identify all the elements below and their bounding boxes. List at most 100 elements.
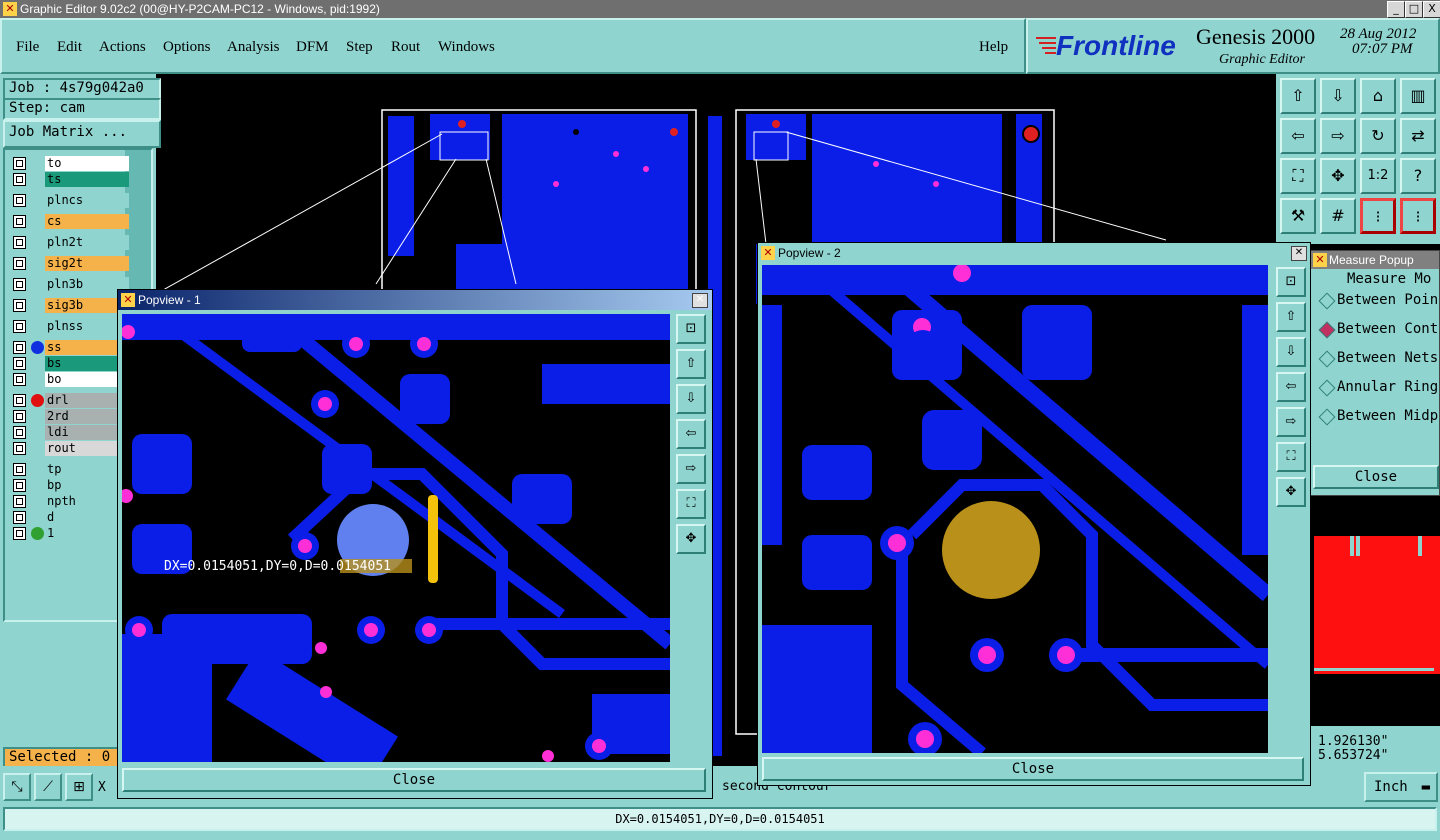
layer-checkbox[interactable] [13, 511, 26, 524]
layer-checkbox[interactable] [13, 373, 26, 386]
units-selector[interactable]: Inch ▬ [1364, 772, 1438, 802]
pan-left-icon[interactable]: ⇦ [1280, 118, 1316, 154]
pv1-pan-right-icon[interactable]: ⇨ [676, 454, 706, 484]
menu-dfm[interactable]: DFM [296, 39, 329, 56]
pv1-pan-down-icon[interactable]: ⇩ [676, 384, 706, 414]
layer-name[interactable]: sig2t [45, 256, 129, 271]
layer-row-ts[interactable]: ts [11, 171, 131, 188]
layer-row-plnss[interactable]: plnss [11, 318, 131, 335]
redraw-icon[interactable]: ↻ [1360, 118, 1396, 154]
pan-right-icon[interactable]: ⇨ [1320, 118, 1356, 154]
menu-file[interactable]: File [16, 39, 39, 56]
minimize-button[interactable]: _ [1387, 1, 1405, 18]
pv2-zoom-fit-icon[interactable]: ⛶ [1276, 442, 1306, 472]
layer-row-pln2t[interactable]: pln2t [11, 234, 131, 251]
mode-between-midpoints[interactable]: Between Midp [1317, 403, 1439, 429]
maximize-button[interactable]: □ [1405, 1, 1423, 18]
layer-name[interactable]: ts [45, 172, 129, 187]
layer-row-pln3b[interactable]: pln3b [11, 276, 131, 293]
layer-row-2rd[interactable]: 2rd [11, 408, 131, 425]
layer-row-npth[interactable]: npth [11, 493, 131, 510]
layer-row-bs[interactable]: bs [11, 355, 131, 372]
menu-actions[interactable]: Actions [99, 39, 146, 56]
layer-name[interactable]: cs [45, 214, 129, 229]
layer-checkbox[interactable] [13, 173, 26, 186]
overview-minimap[interactable] [1310, 496, 1440, 726]
zoom-one-to-two-icon[interactable]: 1:2 [1360, 158, 1396, 194]
popview-2-close-button[interactable]: Close [762, 757, 1304, 781]
pv1-pan-up-icon[interactable]: ⇧ [676, 349, 706, 379]
layer-checkbox[interactable] [13, 442, 26, 455]
layer-checkbox[interactable] [13, 410, 26, 423]
layer-checkbox[interactable] [13, 463, 26, 476]
pv2-zoom-center-icon[interactable]: ✥ [1276, 477, 1306, 507]
menu-edit[interactable]: Edit [57, 39, 82, 56]
pv1-pan-left-icon[interactable]: ⇦ [676, 419, 706, 449]
layer-row-rout[interactable]: rout [11, 440, 131, 457]
grid-icon[interactable]: # [1320, 198, 1356, 234]
layer-checkbox[interactable] [13, 257, 26, 270]
measure-popup-close-button[interactable]: Close [1313, 465, 1439, 489]
layer-row-sig3b[interactable]: sig3b [11, 297, 131, 314]
layer-checkbox[interactable] [13, 194, 26, 207]
layer-checkbox[interactable] [13, 341, 26, 354]
pv1-zoom-center-icon[interactable]: ✥ [676, 524, 706, 554]
layer-row-ldi[interactable]: ldi [11, 424, 131, 441]
connect-pads-icon[interactable]: ⁝ [1360, 198, 1396, 234]
layer-checkbox[interactable] [13, 299, 26, 312]
net-highlight-icon[interactable]: ⁝ [1400, 198, 1436, 234]
zoom-center-icon[interactable]: ✥ [1320, 158, 1356, 194]
mode-between-contours[interactable]: Between Cont [1317, 316, 1439, 342]
layer-row-ss[interactable]: ss [11, 339, 131, 356]
layer-row-to[interactable]: to [11, 155, 131, 172]
measure-tool-icon[interactable]: ⟋ [34, 773, 62, 801]
popview-1-canvas[interactable]: DX=0.0154051,DY=0,D=0.0154051 [122, 314, 670, 762]
home-icon[interactable]: ⌂ [1360, 78, 1396, 114]
layer-checkbox[interactable] [13, 527, 26, 540]
pv1-zoom-fit-icon[interactable]: ⛶ [676, 489, 706, 519]
home-down-icon[interactable]: ⇩ [1320, 78, 1356, 114]
layer-row-bo[interactable]: bo [11, 371, 131, 388]
layer-checkbox[interactable] [13, 320, 26, 333]
layer-checkbox[interactable] [13, 479, 26, 492]
mode-annular-ring[interactable]: Annular Ring [1317, 374, 1439, 400]
pv2-pan-up-icon[interactable]: ⇧ [1276, 302, 1306, 332]
pv2-pan-left-icon[interactable]: ⇦ [1276, 372, 1306, 402]
pv2-pan-down-icon[interactable]: ⇩ [1276, 337, 1306, 367]
popview-2-close-icon[interactable]: ✕ [1291, 246, 1307, 261]
zoom-fit-icon[interactable]: ⛶ [1280, 158, 1316, 194]
popview-1-close-icon[interactable]: ✕ [692, 293, 708, 308]
swap-icon[interactable]: ⇄ [1400, 118, 1436, 154]
layer-row-bp[interactable]: bp [11, 477, 131, 494]
layer-name[interactable]: plncs [45, 193, 129, 208]
layer-row-cs[interactable]: cs [11, 213, 131, 230]
help-query-icon[interactable]: ? [1400, 158, 1436, 194]
layer-checkbox[interactable] [13, 357, 26, 370]
menu-rout[interactable]: Rout [391, 39, 420, 56]
job-matrix-button[interactable]: Job Matrix ... [3, 120, 161, 148]
snap-grid-icon[interactable]: ⊞ [65, 773, 93, 801]
layer-row-plncs[interactable]: plncs [11, 192, 131, 209]
close-window-button[interactable]: X [1423, 1, 1440, 18]
layer-name[interactable]: pln2t [45, 235, 129, 250]
layer-row-1[interactable]: 1 [11, 525, 131, 542]
layer-row-drl[interactable]: drl [11, 392, 131, 409]
popview-1-close-button[interactable]: Close [122, 768, 706, 792]
pv2-pan-right-icon[interactable]: ⇨ [1276, 407, 1306, 437]
layer-checkbox[interactable] [13, 157, 26, 170]
window-split-icon[interactable]: ▥ [1400, 78, 1436, 114]
layer-row-tp[interactable]: tp [11, 461, 131, 478]
popview-2-canvas[interactable] [762, 265, 1268, 753]
layer-checkbox[interactable] [13, 278, 26, 291]
pv1-zoom-home-icon[interactable]: ⊡ [676, 314, 706, 344]
menu-analysis[interactable]: Analysis [227, 39, 280, 56]
zoom-area-icon[interactable]: ⤡ [3, 773, 31, 801]
mode-between-points[interactable]: Between Poin [1317, 287, 1439, 313]
home-up-icon[interactable]: ⇧ [1280, 78, 1316, 114]
layer-checkbox[interactable] [13, 394, 26, 407]
layer-row-d[interactable]: d [11, 509, 131, 526]
layer-checkbox[interactable] [13, 495, 26, 508]
mode-between-nets[interactable]: Between Nets [1317, 345, 1439, 371]
menu-help[interactable]: Help [979, 39, 1008, 56]
layer-name[interactable]: to [45, 156, 129, 171]
